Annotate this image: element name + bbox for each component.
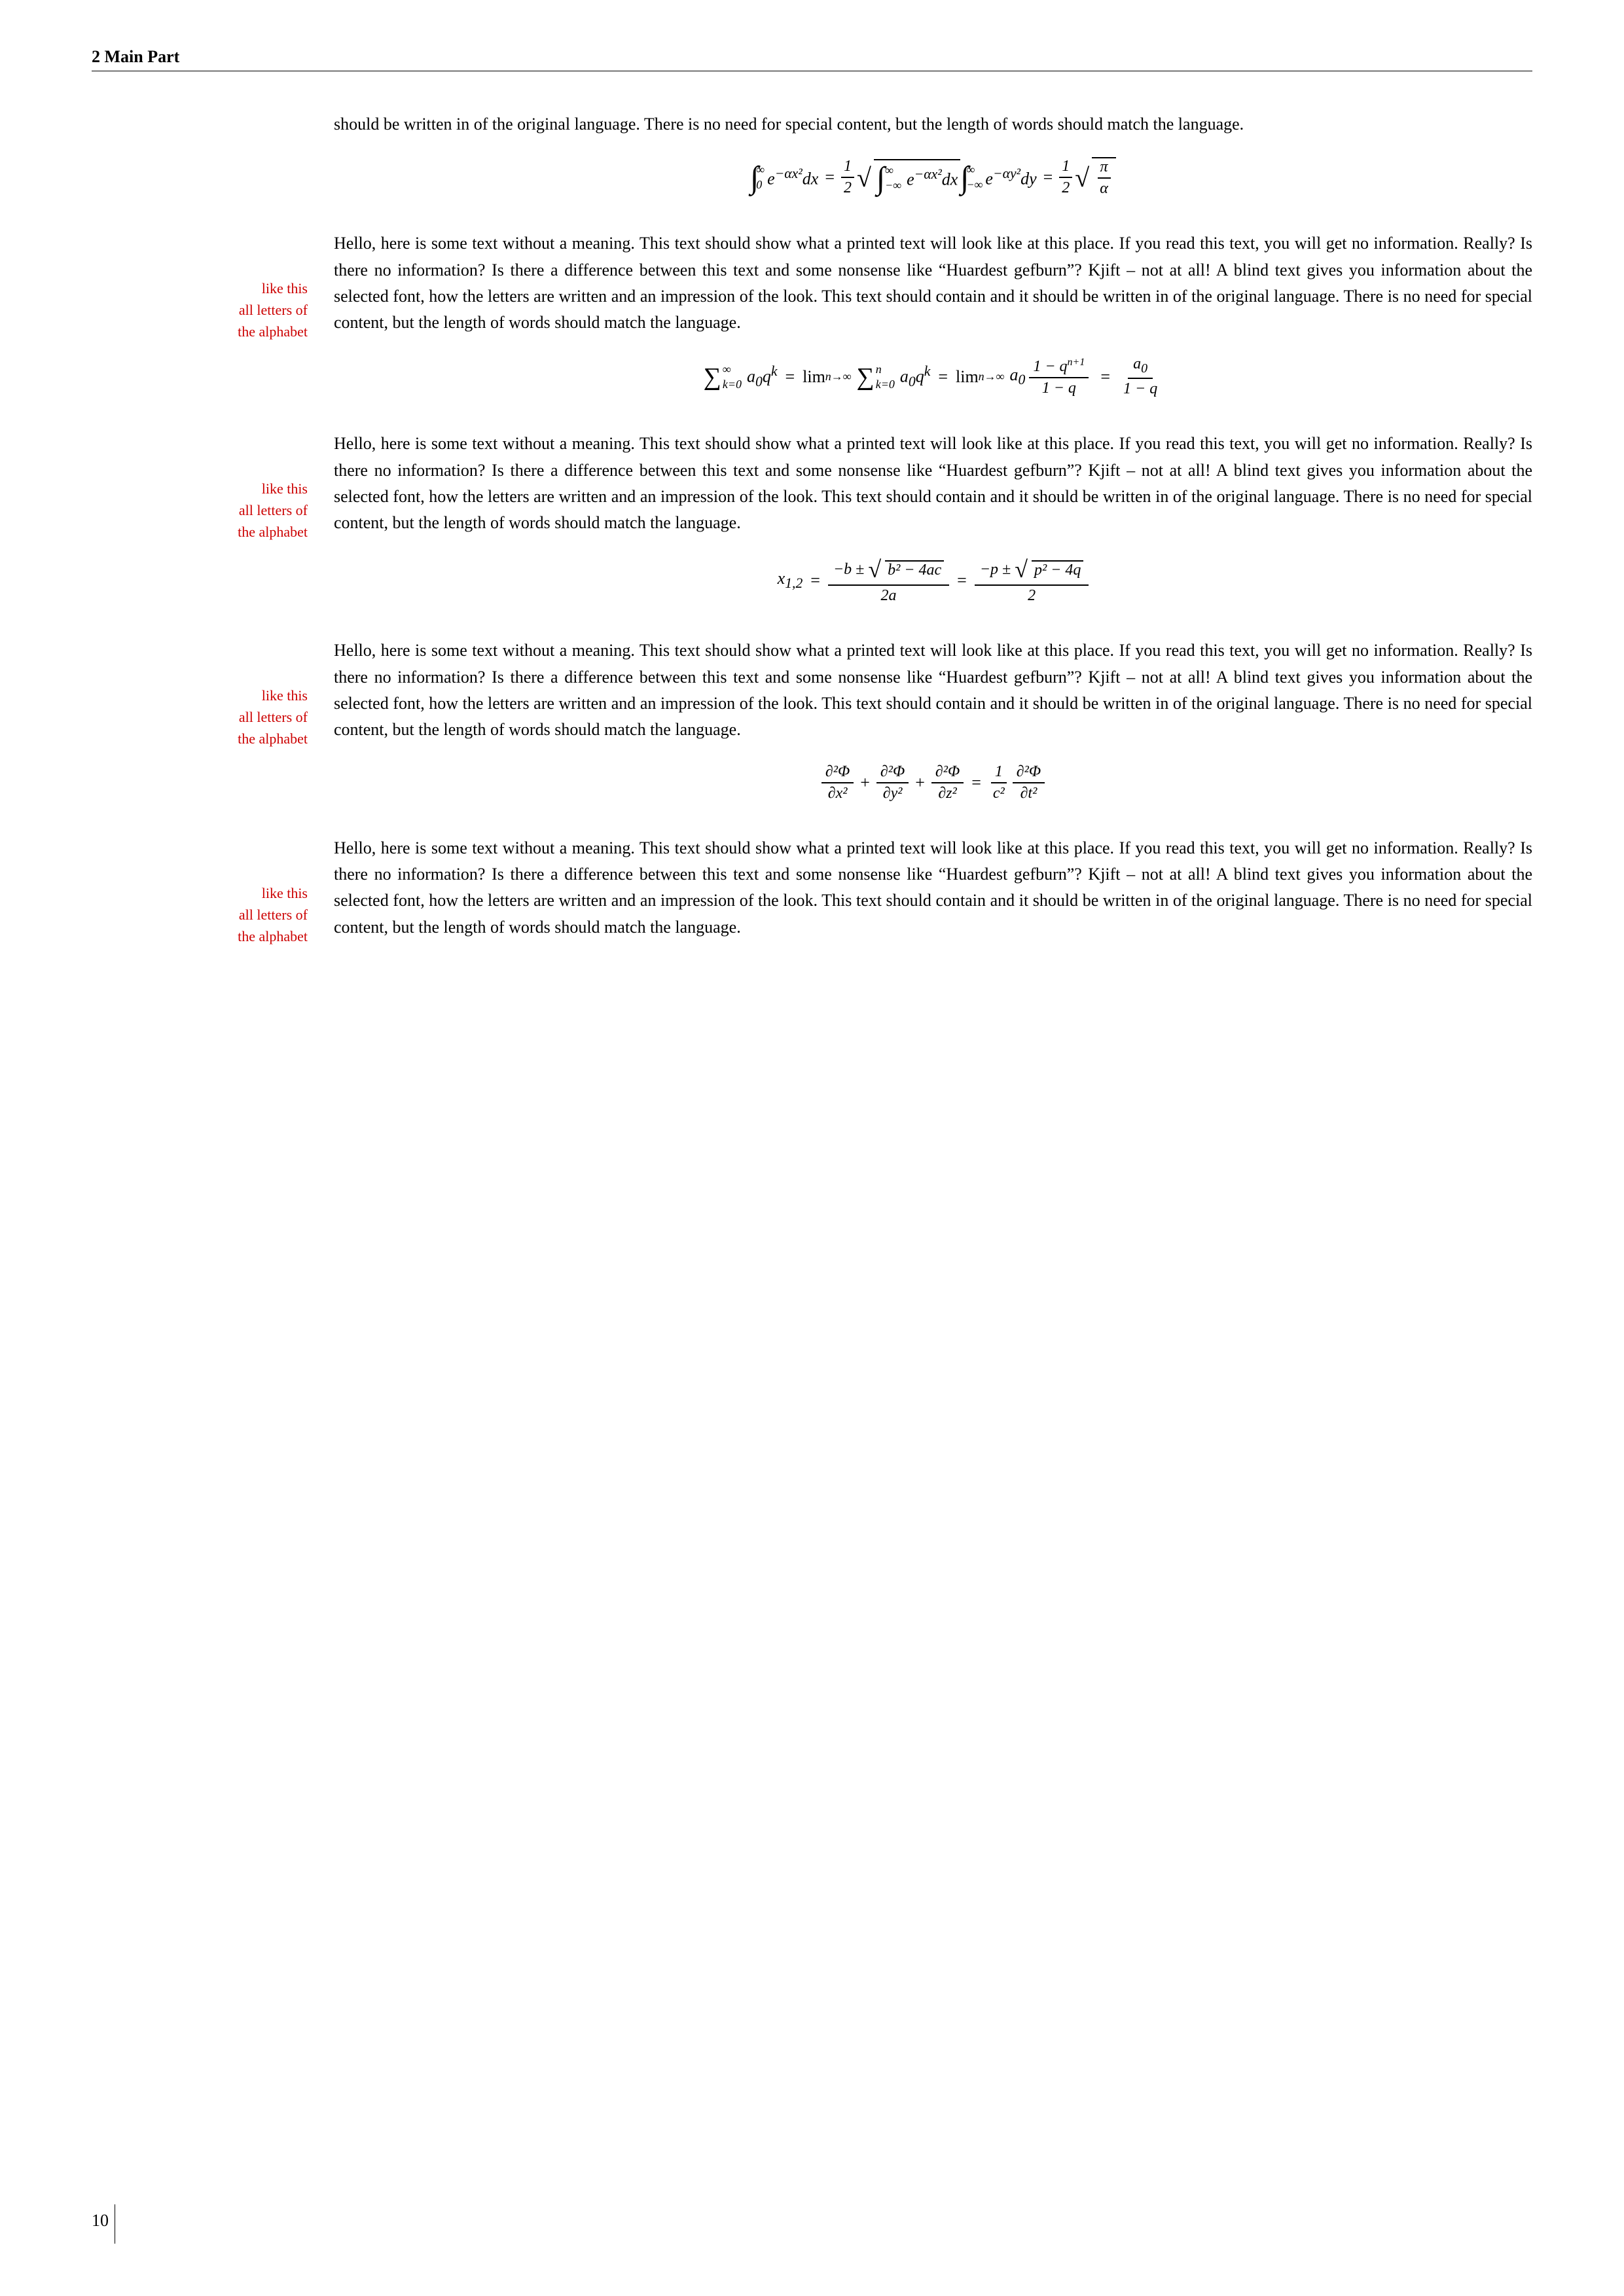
formula-series: ∑ ∞ k=0 a0qk = lim n→∞ ∑ n k=0 a0qk = li…	[334, 336, 1532, 418]
content-area: should be written in of the original lan…	[92, 92, 1532, 941]
text-block-4: like this all letters of the alphabet He…	[92, 835, 1532, 941]
paragraph-4: Hello, here is some text without a meani…	[334, 835, 1532, 941]
formula-integral: ∫ ∞ 0 e−αx²dx = 1 2 √ ∫ ∞ −∞ e−αx²dx	[334, 137, 1532, 217]
paragraph-1: Hello, here is some text without a meani…	[334, 230, 1532, 336]
integrand-3: e−αy²dy	[985, 166, 1036, 189]
integrand-2: e−αx²dx	[907, 166, 958, 190]
page-header: 2 Main Part	[92, 47, 1532, 67]
text-block-1: like this all letters of the alphabet He…	[92, 230, 1532, 336]
intro-text: should be written in of the original lan…	[334, 115, 1244, 134]
margin-note-2: like this all letters of the alphabet	[92, 478, 308, 543]
text-block-2: like this all letters of the alphabet He…	[92, 431, 1532, 536]
section-title: 2 Main Part	[92, 47, 179, 67]
margin-note-3: like this all letters of the alphabet	[92, 685, 308, 749]
text-block-3: like this all letters of the alphabet He…	[92, 637, 1532, 743]
formula-quadratic: x1,2 = −b ± √ b² − 4ac 2a = −p ± √ p² − …	[334, 536, 1532, 624]
margin-note-4: like this all letters of the alphabet	[92, 882, 308, 947]
integral-symbol-2: ∫	[876, 160, 885, 196]
intro-paragraph: should be written in of the original lan…	[334, 111, 1532, 137]
integral-bounds-1: ∞ 0	[756, 163, 765, 192]
paragraph-2: Hello, here is some text without a meani…	[334, 431, 1532, 536]
integral-bounds-2: ∞ −∞	[885, 164, 901, 192]
page-number: 10	[92, 2211, 109, 2231]
paragraph-3: Hello, here is some text without a meani…	[334, 637, 1532, 743]
formula-wave: ∂²Φ ∂x² + ∂²Φ ∂y² + ∂²Φ ∂z² = 1 c² ∂²Φ ∂…	[334, 744, 1532, 822]
margin-note-1: like this all letters of the alphabet	[92, 278, 308, 342]
integrand-1: e−αx²dx	[767, 166, 818, 189]
page: 2 Main Part should be written in of the …	[0, 0, 1624, 2296]
